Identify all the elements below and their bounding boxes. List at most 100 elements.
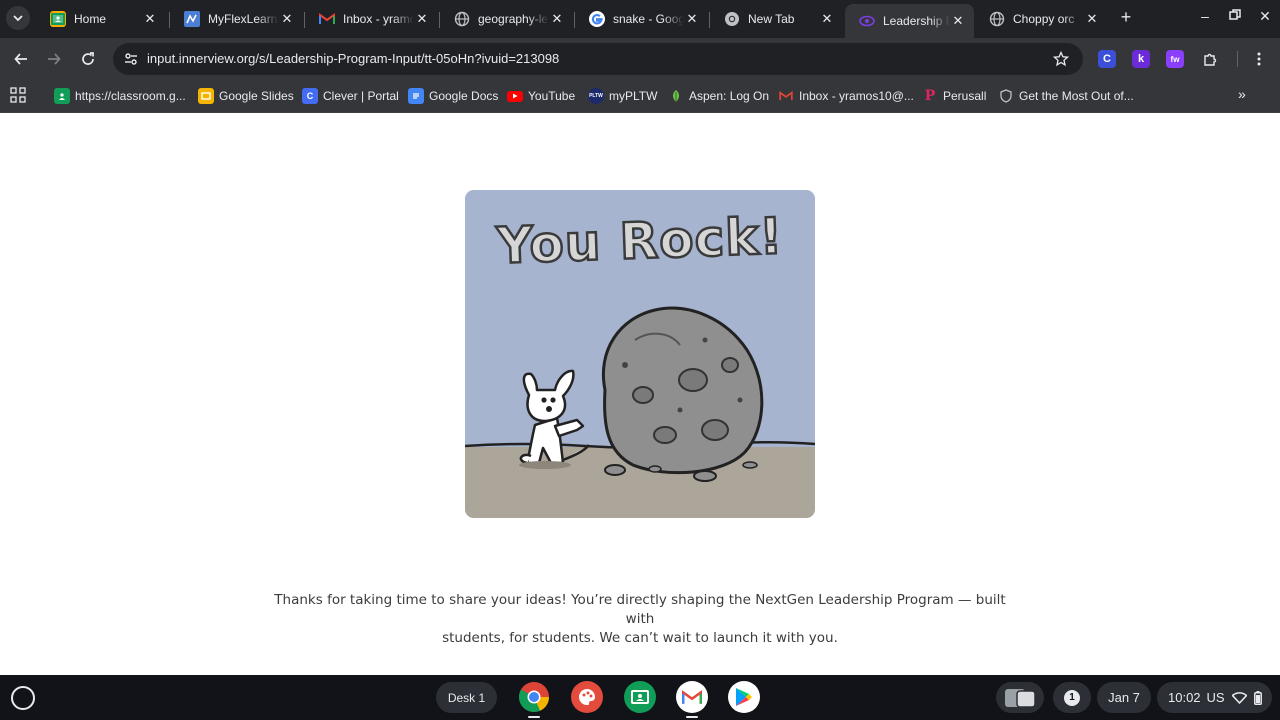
globe-icon — [454, 11, 470, 27]
bookmark-label: YouTube — [528, 89, 576, 103]
back-button[interactable] — [9, 47, 33, 71]
reload-button[interactable] — [76, 47, 100, 71]
url-text[interactable]: input.innerview.org/s/Leadership-Program… — [147, 51, 559, 66]
holding-space-button[interactable] — [996, 682, 1044, 713]
bookmark-star-button[interactable] — [1051, 49, 1071, 69]
bookmark-aspen[interactable]: Aspen: Log On — [668, 86, 769, 106]
gmail-icon — [778, 88, 794, 104]
thank-you-line-2: students, for students. We can’t wait to… — [442, 630, 838, 646]
bookmark-google-slides[interactable]: Google Slides — [198, 86, 294, 106]
google-classroom-icon — [631, 690, 649, 704]
close-icon[interactable]: ✕ — [142, 11, 158, 27]
restore-button[interactable] — [1225, 8, 1245, 28]
bookmark-get-the-most[interactable]: Get the Most Out of... — [998, 86, 1134, 106]
launcher-button[interactable] — [11, 686, 35, 710]
site-info-icon[interactable] — [121, 49, 141, 69]
minimize-button[interactable]: – — [1195, 8, 1215, 28]
tab-geography[interactable]: geography-le ✕ — [440, 4, 573, 34]
notification-center-button[interactable]: 1 — [1053, 682, 1091, 713]
chevron-down-icon — [13, 15, 23, 22]
google-classroom-icon — [54, 88, 70, 104]
innerview-icon — [859, 13, 875, 29]
extensions-button[interactable] — [1198, 47, 1222, 71]
extension-label: k — [1137, 53, 1145, 65]
tab-leadership-program[interactable]: Leadership Pr ✕ — [845, 4, 974, 38]
bookmark-google-docs[interactable]: Google Docs — [408, 86, 498, 106]
bookmark-youtube[interactable]: YouTube — [507, 86, 575, 106]
shelf-app-gmail[interactable] — [676, 681, 708, 713]
chrome-icon — [519, 682, 549, 713]
toolbar-divider — [1237, 51, 1238, 67]
tab-title: Home — [74, 12, 107, 26]
bookmark-label: Perusall — [943, 89, 987, 103]
puzzle-icon — [1204, 53, 1217, 66]
bookmark-perusall[interactable]: P Perusall — [922, 86, 987, 106]
tab-title: snake - Google — [613, 12, 684, 26]
tab-home[interactable]: Home ✕ — [36, 4, 166, 34]
close-window-button[interactable]: ✕ — [1255, 8, 1275, 28]
chrome-icon — [724, 11, 740, 27]
google-classroom-icon — [50, 11, 66, 27]
you-rock-text: You Rock! — [495, 206, 786, 276]
notification-count: 1 — [1064, 689, 1080, 706]
bookmark-classroom[interactable]: https://classroom.g... — [54, 86, 186, 106]
bookmarks-overflow-button[interactable]: » — [1238, 86, 1246, 102]
more-vertical-icon — [1257, 52, 1261, 66]
address-bar[interactable]: input.innerview.org/s/Leadership-Program… — [113, 43, 1083, 75]
bookmark-mypltw[interactable]: PLTW myPLTW — [588, 86, 657, 106]
tab-myflexlearning[interactable]: MyFlexLearning ✕ — [170, 4, 303, 34]
tab-choppy-orc[interactable]: Choppy orc ✕ — [975, 4, 1108, 34]
canvas-icon — [579, 689, 595, 705]
apps-grid-icon[interactable] — [10, 87, 26, 103]
bookmark-gmail-inbox[interactable]: Inbox - yramos10@... — [778, 86, 914, 106]
close-icon[interactable]: ✕ — [279, 11, 295, 27]
play-store-icon — [736, 688, 752, 706]
new-tab-button[interactable]: + — [1116, 8, 1136, 28]
url-path: /s/Leadership-Program-Input/tt-05oHn?ivu… — [255, 51, 560, 66]
clever-icon: C — [302, 88, 318, 104]
desk-label: Desk 1 — [447, 690, 486, 705]
calendar-date-button[interactable]: Jan 7 — [1097, 682, 1151, 713]
forward-button[interactable] — [42, 47, 66, 71]
shelf-app-classroom[interactable] — [624, 681, 656, 713]
browser-toolbar: input.innerview.org/s/Leadership-Program… — [0, 38, 1280, 80]
bookmark-label: Clever | Portal — [323, 89, 399, 103]
arrow-left-icon — [14, 53, 27, 65]
close-icon[interactable]: ✕ — [1084, 11, 1100, 27]
close-icon[interactable]: ✕ — [819, 11, 835, 27]
google-docs-icon — [408, 88, 424, 104]
bookmark-label: Aspen: Log On — [689, 89, 770, 103]
desk-switcher-button[interactable]: Desk 1 — [436, 682, 497, 713]
close-icon[interactable]: ✕ — [414, 11, 430, 27]
shelf-app-play-store[interactable] — [728, 681, 760, 713]
browser-menu-button[interactable] — [1247, 47, 1271, 71]
bookmark-clever[interactable]: C Clever | Portal — [302, 86, 399, 106]
thank-you-line-1: Thanks for taking time to share your ide… — [274, 592, 1006, 627]
screenshot-thumbnail-icon — [1005, 688, 1036, 708]
battery-icon — [1253, 690, 1262, 705]
close-icon[interactable]: ✕ — [950, 13, 966, 29]
page-content: You Rock! Thanks for taking time to shar… — [0, 113, 1280, 675]
shelf-app-chrome[interactable] — [518, 681, 550, 713]
tab-new-tab[interactable]: New Tab ✕ — [710, 4, 843, 34]
tab-strip: Home ✕ MyFlexLearning ✕ Inbox - yramos ✕ — [0, 0, 1280, 38]
reload-icon — [82, 52, 94, 65]
tab-title: Inbox - yramos — [343, 12, 414, 26]
close-icon[interactable]: ✕ — [684, 11, 700, 27]
url-host: input.innerview.org — [147, 51, 256, 66]
google-icon — [589, 11, 605, 27]
tab-search-button[interactable] — [6, 6, 30, 30]
close-icon[interactable]: ✕ — [549, 11, 565, 27]
status-tray-button[interactable]: 10:02 US — [1157, 682, 1272, 713]
google-slides-icon — [198, 88, 214, 104]
bookmark-label: Inbox - yramos10@... — [799, 89, 914, 103]
extension-kami-button[interactable]: k — [1132, 50, 1150, 68]
extension-fw-button[interactable]: fw — [1166, 50, 1184, 68]
tab-google-search[interactable]: snake - Google ✕ — [575, 4, 708, 34]
tab-gmail-inbox[interactable]: Inbox - yramos ✕ — [305, 4, 438, 34]
gmail-icon — [319, 11, 335, 27]
thank-you-message: Thanks for taking time to share your ide… — [260, 591, 1020, 648]
extension-clever-button[interactable]: C — [1098, 50, 1116, 68]
shelf-app-canvas[interactable] — [571, 681, 603, 713]
bookmark-label: Get the Most Out of... — [1019, 89, 1134, 103]
